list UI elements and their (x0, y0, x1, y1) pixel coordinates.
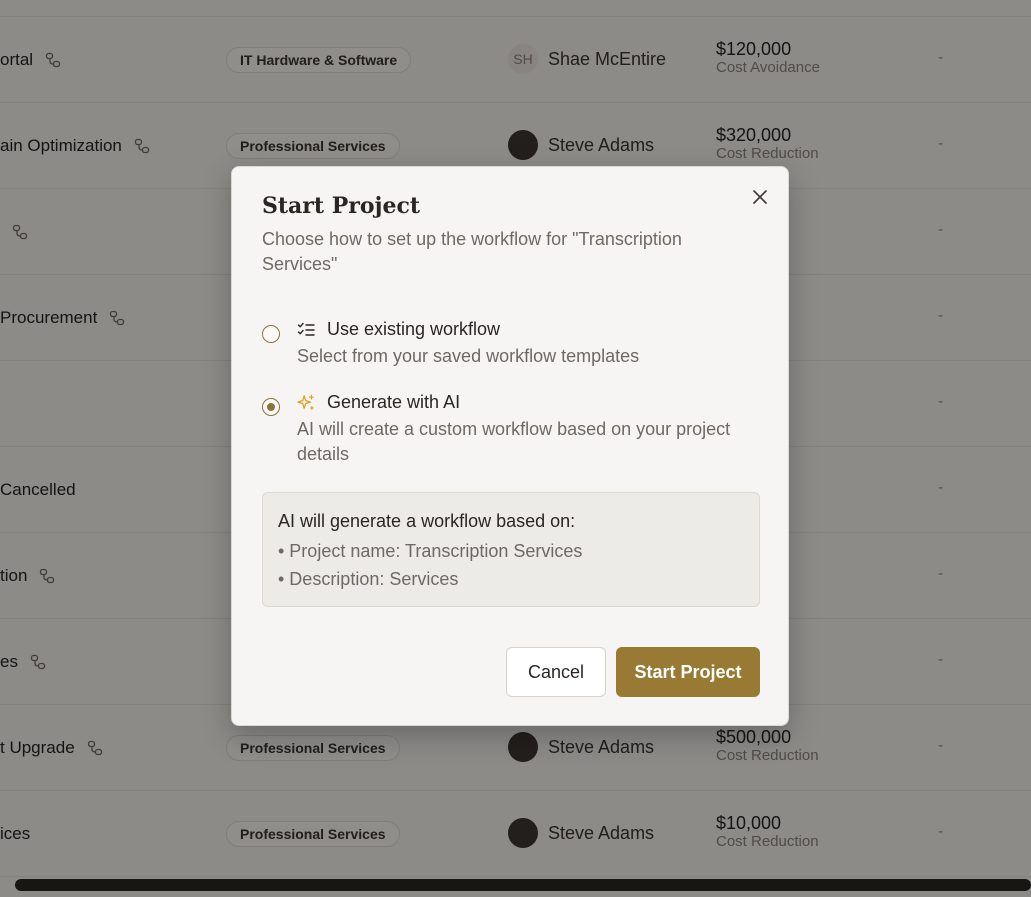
radio-use-existing[interactable] (262, 325, 280, 343)
ai-generation-info: AI will generate a workflow based on: • … (262, 492, 760, 607)
start-project-dialog: Start Project Choose how to set up the w… (231, 166, 789, 726)
option-generate-with-ai[interactable]: Generate with AI AI will create a custom… (262, 392, 762, 464)
radio-generate-ai[interactable] (262, 398, 280, 416)
option-label: Use existing workflow (327, 319, 501, 339)
option-use-existing-workflow[interactable]: Use existing workflow Select from your s… (262, 319, 762, 367)
close-icon[interactable] (750, 187, 770, 207)
list-checks-icon (297, 322, 315, 336)
info-title: AI will generate a workflow based on: (278, 511, 576, 531)
dialog-description: Choose how to set up the workflow for "T… (262, 229, 682, 274)
info-description: • Description: Services (278, 569, 459, 589)
option-description: AI will create a custom workflow based o… (297, 419, 731, 464)
dialog-title: Start Project (262, 193, 421, 219)
option-label: Generate with AI (327, 392, 461, 412)
info-project-name: • Project name: Transcription Services (278, 541, 583, 561)
sparkles-icon (297, 394, 314, 410)
start-project-button[interactable]: Start Project (616, 647, 760, 697)
cancel-button[interactable]: Cancel (506, 647, 606, 697)
option-description: Select from your saved workflow template… (297, 346, 640, 366)
